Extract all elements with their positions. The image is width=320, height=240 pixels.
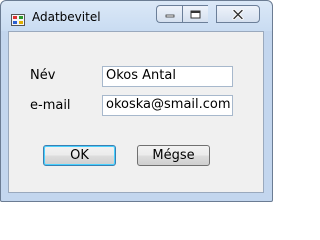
maximize-icon (190, 10, 201, 18)
email-field[interactable]: okoska@smail.com (102, 95, 233, 116)
dialog-body: Név Okos Antal e-mail okoska@smail.com O… (8, 31, 264, 193)
caption-buttons (156, 5, 265, 25)
window-title: Adatbevitel (32, 10, 101, 24)
minimize-button[interactable] (156, 5, 182, 23)
close-icon (232, 8, 244, 20)
maximize-button[interactable] (182, 5, 208, 23)
cancel-button[interactable]: Mégse (137, 145, 210, 166)
ok-button[interactable]: OK (43, 145, 116, 166)
title-bar[interactable]: Adatbevitel (1, 1, 272, 31)
dialog-window: Adatbevitel Név Okos Antal e-mail okoska… (0, 0, 273, 202)
name-field[interactable]: Okos Antal (102, 66, 233, 87)
app-icon[interactable] (11, 11, 25, 26)
minimize-icon (165, 14, 174, 18)
close-button[interactable] (216, 5, 260, 23)
email-label: e-mail (30, 98, 71, 113)
name-label: Név (30, 68, 56, 83)
